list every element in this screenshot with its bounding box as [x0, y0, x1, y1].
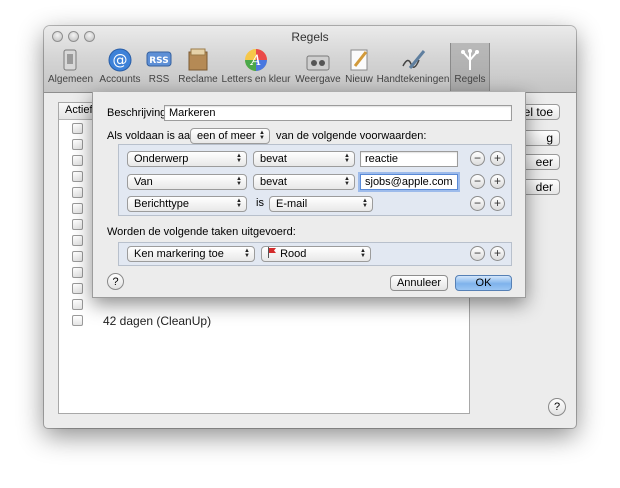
rule-active-checkbox[interactable]	[72, 315, 83, 326]
rule-active-checkbox[interactable]	[72, 283, 83, 294]
viewing-icon	[306, 55, 330, 71]
description-label: Beschrijving:	[107, 107, 170, 119]
match-mode-popup[interactable]: een of meer ▲ ▼	[190, 128, 270, 144]
rule-active-checkbox[interactable]	[72, 139, 83, 150]
general-icon	[63, 49, 77, 71]
fonts-colors-icon: A	[245, 49, 267, 71]
sheet-help-button[interactable]: ?	[107, 273, 124, 290]
condition-operator-value: bevat	[260, 153, 287, 165]
toolbar-composing[interactable]: Nieuw	[344, 46, 374, 88]
rule-active-checkbox[interactable]	[72, 171, 83, 182]
window-titlebar: Regels Algemeen @ Accounts RSS RSS Recla…	[44, 26, 576, 93]
match-mode-value: een of meer	[197, 130, 256, 142]
flag-color-value: Rood	[280, 248, 307, 260]
rule-active-checkbox[interactable]	[72, 219, 83, 230]
toolbar-rules[interactable]: Regels	[450, 43, 490, 91]
popup-arrows-icon: ▲ ▼	[344, 153, 350, 164]
cancel-button[interactable]: Annuleer	[390, 275, 448, 291]
add-condition-button[interactable]: +	[490, 174, 505, 189]
rule-name: 42 dagen (CleanUp)	[103, 314, 212, 328]
junk-mail-icon	[188, 48, 208, 71]
at-icon: @	[108, 48, 132, 72]
remove-condition-button[interactable]: −	[470, 196, 485, 211]
popup-arrows-icon: ▲ ▼	[244, 248, 250, 259]
condition-field-popup[interactable]: Berichttype ▲ ▼	[127, 196, 247, 212]
popup-arrows-icon: ▲ ▼	[236, 198, 242, 209]
svg-text:@: @	[113, 51, 128, 69]
toolbar-label: Accounts	[99, 74, 141, 85]
match-prefix-label: Als voldaan is aan	[107, 130, 197, 142]
flag-color-popup[interactable]: Rood ▲ ▼	[261, 246, 371, 262]
rule-active-checkbox[interactable]	[72, 299, 83, 310]
popup-arrows-icon: ▲ ▼	[344, 176, 350, 187]
remove-condition-button[interactable]: −	[470, 151, 485, 166]
toolbar-rss[interactable]: RSS RSS	[144, 46, 174, 88]
ok-button[interactable]: OK	[455, 275, 512, 291]
rule-active-checkbox[interactable]	[72, 267, 83, 278]
window-title: Regels	[291, 30, 329, 44]
toolbar-general[interactable]: Algemeen	[48, 46, 94, 88]
action-type-value: Ken markering toe	[134, 248, 224, 260]
condition-operator-label: is	[256, 197, 264, 209]
action-type-popup[interactable]: Ken markering toe ▲ ▼	[127, 246, 255, 262]
popup-arrows-icon: ▲ ▼	[236, 153, 242, 164]
table-row[interactable]: 42 dagen (CleanUp)	[59, 313, 469, 329]
rule-active-checkbox[interactable]	[72, 235, 83, 246]
remove-condition-button[interactable]: −	[470, 174, 485, 189]
condition-field-popup[interactable]: Van ▲ ▼	[127, 174, 247, 190]
rule-active-checkbox[interactable]	[72, 155, 83, 166]
table-row[interactable]	[59, 297, 469, 313]
condition-field-value: Onderwerp	[134, 153, 189, 165]
actions-label: Worden de volgende taken uitgevoerd:	[107, 226, 296, 238]
toolbar-label: RSS	[148, 74, 170, 85]
add-action-button[interactable]: +	[490, 246, 505, 261]
toolbar-accounts[interactable]: @ Accounts	[98, 46, 142, 88]
condition-field-popup[interactable]: Onderwerp ▲ ▼	[127, 151, 247, 167]
popup-arrows-icon: ▲ ▼	[236, 176, 242, 187]
toolbar-label: Reclame	[178, 74, 218, 85]
rule-active-checkbox[interactable]	[72, 251, 83, 262]
condition-operator-value: bevat	[260, 176, 287, 188]
toolbar-label: Letters en kleur	[221, 74, 291, 85]
toolbar-label: Regels	[454, 74, 486, 85]
popup-arrows-icon: ▲ ▼	[259, 130, 265, 141]
composing-icon	[350, 49, 368, 71]
svg-text:RSS: RSS	[149, 56, 169, 66]
remove-action-button[interactable]: −	[470, 246, 485, 261]
add-condition-button[interactable]: +	[490, 151, 505, 166]
condition-operator-popup[interactable]: bevat ▲ ▼	[253, 151, 355, 167]
rule-active-checkbox[interactable]	[72, 187, 83, 198]
condition-value-field[interactable]: reactie	[360, 151, 458, 167]
condition-value-selected: E-mail	[276, 198, 308, 210]
rule-active-checkbox[interactable]	[72, 203, 83, 214]
condition-operator-popup[interactable]: bevat ▲ ▼	[253, 174, 355, 190]
rss-icon: RSS	[146, 51, 172, 67]
match-suffix-label: van de volgende voorwaarden:	[276, 130, 427, 142]
popup-arrows-icon: ▲ ▼	[362, 198, 368, 209]
condition-field-value: Berichttype	[134, 198, 190, 210]
red-flag-icon	[268, 247, 276, 258]
rules-icon	[461, 49, 479, 70]
toolbar-label: Nieuw	[345, 74, 373, 85]
toolbar-label: Algemeen	[48, 74, 94, 85]
condition-value-field[interactable]: sjobs@apple.com	[360, 174, 458, 190]
toolbar-label: Weergave	[295, 74, 341, 85]
condition-value-popup[interactable]: E-mail ▲ ▼	[269, 196, 373, 212]
signature-icon	[402, 50, 426, 69]
toolbar-label: Handtekeningen	[376, 74, 450, 85]
rule-active-checkbox[interactable]	[72, 123, 83, 134]
toolbar-signatures[interactable]: Handtekeningen	[376, 46, 450, 88]
toolbar-viewing[interactable]: Weergave	[294, 46, 342, 88]
help-button[interactable]: ?	[548, 398, 566, 416]
svg-text:A: A	[249, 53, 261, 69]
popup-arrows-icon: ▲ ▼	[360, 248, 366, 259]
condition-field-value: Van	[134, 176, 153, 188]
add-condition-button[interactable]: +	[490, 196, 505, 211]
toolbar-fonts-colors[interactable]: A Letters en kleur	[220, 46, 292, 88]
toolbar-junk-mail[interactable]: Reclame	[178, 46, 218, 88]
description-field[interactable]: Markeren	[164, 105, 512, 121]
